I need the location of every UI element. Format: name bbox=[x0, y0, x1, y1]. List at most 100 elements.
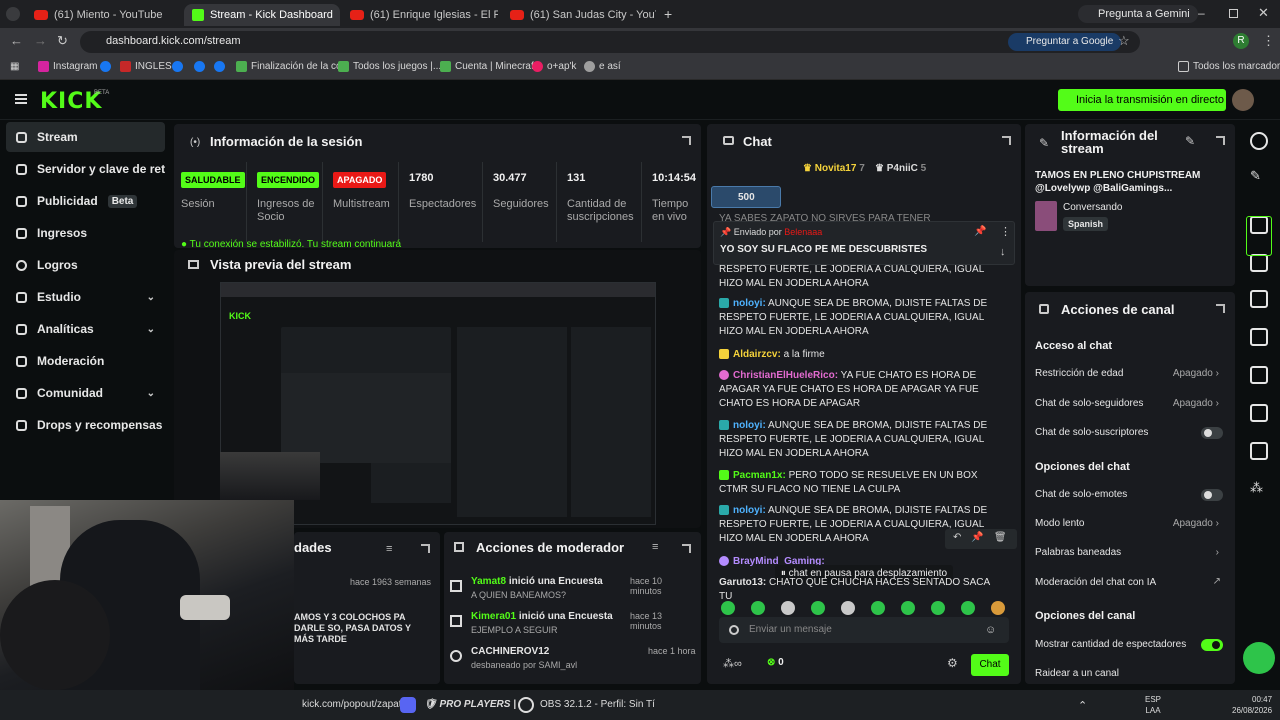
emote-icon[interactable] bbox=[931, 601, 945, 615]
filter-icon[interactable]: ≡ bbox=[386, 543, 392, 555]
sidebar-item-ads[interactable]: Publicidad Beta bbox=[6, 186, 165, 216]
popout-icon[interactable] bbox=[682, 136, 691, 145]
category-name[interactable]: Conversando bbox=[1063, 202, 1122, 213]
tab-youtube-miento[interactable]: (61) Miento - YouTube bbox=[26, 4, 178, 26]
bookmark-facebook-3[interactable] bbox=[194, 61, 205, 72]
sidebar-item-drops[interactable]: Drops y recompensas bbox=[6, 410, 165, 440]
top-gifter-2[interactable]: ♛ P4niiC 5 bbox=[875, 163, 926, 174]
arrow-down-icon[interactable]: ↓ bbox=[1000, 246, 1006, 258]
chat-bubble-icon[interactable] bbox=[1250, 328, 1268, 346]
chat-username[interactable]: noloyi: bbox=[733, 298, 766, 309]
pinned-message[interactable]: 📌 Enviado por Belenaaa YO SOY SU FLACO P… bbox=[713, 221, 1015, 265]
menu-icon[interactable]: ⋮ bbox=[1262, 33, 1275, 49]
gemini-button[interactable]: Pregunta a Gemini bbox=[1078, 5, 1198, 23]
pencil-icon[interactable]: ✎ bbox=[1250, 168, 1268, 186]
taskbar-obs[interactable]: OBS 32.1.2 - Perfil: Sin Tí bbox=[540, 699, 655, 710]
sidebar-item-server-key[interactable]: Servidor y clave de retransmisión bbox=[6, 154, 165, 184]
send-chat-button[interactable]: Chat bbox=[971, 654, 1009, 676]
ask-google-button[interactable]: Preguntar a Google bbox=[1008, 33, 1122, 51]
close-window-button[interactable]: ✕ bbox=[1258, 5, 1269, 21]
sidebar-item-analytics[interactable]: Analíticas ⌄ bbox=[6, 314, 165, 344]
bookmark-oapk[interactable]: o+ap'k bbox=[532, 61, 576, 72]
tab-search-button[interactable] bbox=[6, 7, 20, 21]
sidebar-item-revenue[interactable]: Ingresos bbox=[6, 218, 165, 248]
emote-icon[interactable] bbox=[871, 601, 885, 615]
chat-input[interactable]: Enviar un mensaje bbox=[719, 617, 1009, 643]
ai-moderation-row[interactable]: Moderación del chat con IA bbox=[1035, 577, 1223, 588]
forward-icon[interactable]: → bbox=[34, 33, 47, 48]
pin-icon[interactable]: 📌 bbox=[974, 226, 986, 237]
layers-icon[interactable] bbox=[1250, 404, 1268, 422]
subscribers-only-toggle[interactable] bbox=[1201, 427, 1223, 439]
emotes-only-toggle[interactable] bbox=[1201, 489, 1223, 501]
sidebar-item-stream[interactable]: Stream bbox=[6, 122, 165, 152]
all-bookmarks[interactable]: Todos los marcadores bbox=[1178, 61, 1280, 72]
popout-icon[interactable] bbox=[682, 544, 691, 553]
emote-icon[interactable] bbox=[961, 601, 975, 615]
panel-icon[interactable] bbox=[1250, 216, 1268, 234]
popout-icon[interactable] bbox=[1002, 136, 1011, 145]
bookmark-instagram[interactable]: Instagram bbox=[38, 61, 97, 72]
maximize-button[interactable] bbox=[1229, 9, 1238, 18]
emote-icon[interactable] bbox=[721, 601, 735, 615]
sidebar-item-moderation[interactable]: Moderación bbox=[6, 346, 165, 376]
top-gifter-1[interactable]: ♛ Novita17 7 bbox=[803, 163, 865, 174]
emote-icon[interactable] bbox=[991, 601, 1005, 615]
tab-youtube-enrique[interactable]: (61) Enrique Iglesias - El Pe bbox=[342, 4, 498, 26]
kicks-counter[interactable]: 500 bbox=[711, 186, 781, 208]
chat-username[interactable]: Pacman1x: bbox=[733, 470, 786, 481]
support-button[interactable] bbox=[1243, 642, 1275, 674]
hammer-icon[interactable] bbox=[1250, 442, 1268, 460]
filter-icon[interactable]: ≡ bbox=[652, 541, 658, 553]
go-live-button[interactable]: Inicia la transmisión en directo bbox=[1058, 89, 1226, 111]
popout-icon[interactable] bbox=[421, 544, 430, 553]
taskbar-pro-players[interactable]: 🛡 PRO PLAYERS | bbox=[424, 699, 516, 710]
community-chat-icon[interactable]: ⁂∞ bbox=[723, 657, 742, 670]
share-icon[interactable]: ⁂ bbox=[1250, 480, 1268, 498]
chat-username[interactable]: Aldairzcv: bbox=[733, 349, 781, 360]
bookmark-facebook-4[interactable] bbox=[214, 61, 225, 72]
show-viewers-toggle[interactable] bbox=[1201, 639, 1223, 651]
hamburger-icon[interactable] bbox=[15, 94, 27, 104]
star-icon[interactable]: ☆ bbox=[1118, 33, 1130, 49]
info-icon[interactable] bbox=[1250, 132, 1268, 150]
sidebar-item-community[interactable]: Comunidad ⌄ bbox=[6, 378, 165, 408]
bookmark-minecraft[interactable]: Cuenta | Minecraft bbox=[440, 61, 537, 72]
obs-icon[interactable] bbox=[518, 697, 534, 713]
sidebar-item-studio[interactable]: Estudio ⌄ bbox=[6, 282, 165, 312]
bookmark-facebook-2[interactable] bbox=[172, 61, 183, 72]
popout-icon[interactable] bbox=[1216, 304, 1225, 313]
emote-icon[interactable] bbox=[901, 601, 915, 615]
discord-icon[interactable] bbox=[400, 697, 416, 713]
profile-avatar[interactable]: R bbox=[1233, 33, 1249, 49]
back-icon[interactable]: ← bbox=[10, 33, 23, 48]
emote-icon[interactable] bbox=[841, 601, 855, 615]
raid-channel-row[interactable]: Raidear a un canal bbox=[1035, 668, 1223, 679]
more-options-icon[interactable]: ⋮ bbox=[1000, 225, 1011, 238]
bookmark-e-asi[interactable]: e así bbox=[584, 61, 621, 72]
list-icon[interactable] bbox=[1250, 290, 1268, 308]
chat-username[interactable]: noloyi: bbox=[733, 505, 766, 516]
clock[interactable]: 00:47 26/08/2026 bbox=[1232, 694, 1272, 716]
tray-chevron-icon[interactable]: ⌃ bbox=[1078, 699, 1087, 712]
chat-username[interactable]: noloyi: bbox=[733, 420, 766, 431]
emote-icon[interactable] bbox=[811, 601, 825, 615]
minimize-button[interactable]: – bbox=[1198, 6, 1205, 20]
new-tab-button[interactable]: + bbox=[664, 6, 672, 22]
bookmark-finalizacion[interactable]: Finalización de la co... bbox=[236, 61, 350, 72]
broadcast-icon[interactable] bbox=[1250, 366, 1268, 384]
emoji-icon[interactable]: ☺ bbox=[985, 624, 996, 636]
bookmark-juegos[interactable]: Todos los juegos |... bbox=[338, 61, 441, 72]
apps-icon[interactable]: ▦ bbox=[10, 61, 19, 72]
edit-icon[interactable]: ✎ bbox=[1185, 134, 1195, 148]
bookmark-ingles[interactable]: INGLES bbox=[120, 61, 172, 72]
bookmark-facebook[interactable] bbox=[100, 61, 111, 72]
points-counter[interactable]: ⊗ 0 bbox=[767, 657, 784, 668]
tab-kick-dashboard[interactable]: Stream - Kick Dashboard bbox=[184, 4, 340, 26]
taskbar-popout[interactable]: kick.com/popout/zapati bbox=[302, 699, 404, 710]
reload-icon[interactable]: ↻ bbox=[57, 33, 68, 49]
language-indicator[interactable]: ESP LAA bbox=[1145, 694, 1161, 716]
settings-gear-icon[interactable]: ⚙ bbox=[947, 656, 958, 670]
user-avatar[interactable] bbox=[1232, 89, 1254, 111]
chat-username[interactable]: ChristianElHueleRico: bbox=[733, 370, 838, 381]
